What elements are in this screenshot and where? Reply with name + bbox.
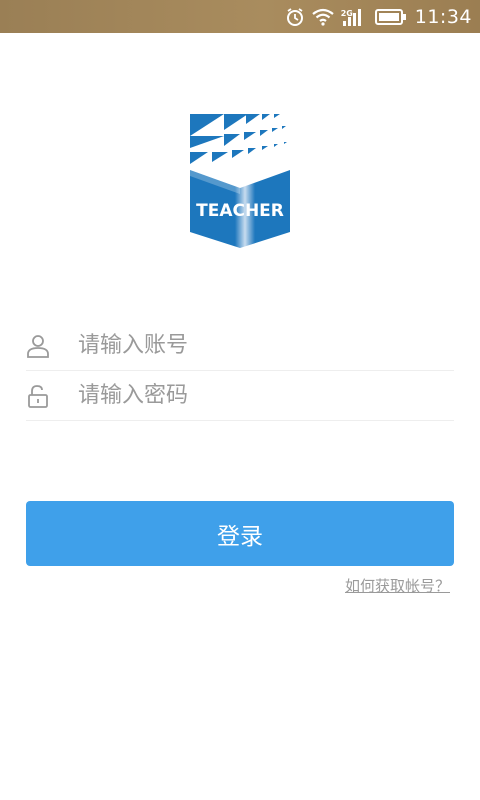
account-field[interactable]: [26, 321, 454, 371]
account-input[interactable]: [78, 327, 448, 363]
password-input[interactable]: [78, 377, 448, 413]
app-logo: TEACHER: [190, 114, 290, 248]
user-icon: [26, 334, 50, 358]
logo-text: TEACHER: [196, 201, 284, 221]
wifi-icon: [311, 7, 335, 27]
network-type: 2G: [340, 8, 353, 18]
alarm-icon: [285, 7, 305, 27]
password-field[interactable]: [26, 371, 454, 421]
status-icons: 2G 11:34: [279, 0, 472, 33]
lock-icon: [26, 384, 50, 408]
login-button[interactable]: 登录: [26, 501, 454, 566]
status-bar: 2G 11:34: [0, 0, 480, 33]
status-time: 11:34: [414, 5, 472, 28]
get-account-help-link[interactable]: 如何获取帐号？: [345, 575, 450, 596]
signal-icon: 2G: [341, 6, 363, 28]
battery-icon: [374, 8, 407, 26]
